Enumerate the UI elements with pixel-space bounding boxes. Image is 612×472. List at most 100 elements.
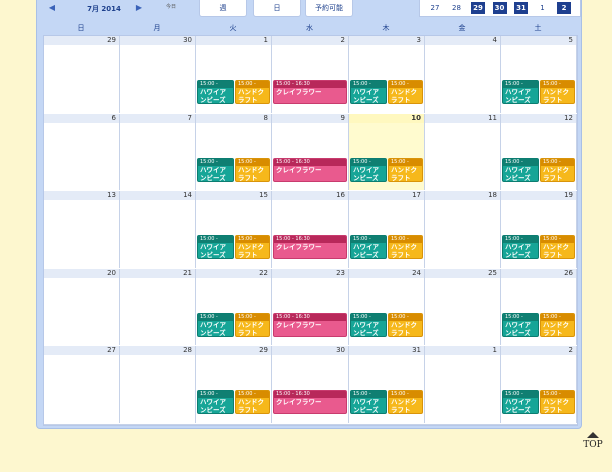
day-number[interactable]: 8 (196, 114, 272, 123)
mini-day[interactable]: 30 (492, 2, 507, 14)
day-number[interactable]: 7 (120, 114, 196, 123)
event-clay-flower[interactable]: 15:00 - 16:30 クレイフラワー (273, 80, 347, 104)
day-number[interactable]: 13 (44, 191, 120, 200)
week-row: 13 14 15 16 17 18 19 15:00 - ハワイアンビーズ 15:00 - ハンドク… (44, 191, 577, 270)
event-handcraft[interactable]: 15:00 - ハンドクラフト (388, 158, 423, 182)
day-number[interactable]: 5 (501, 36, 577, 45)
day-number[interactable]: 12 (501, 114, 577, 123)
event-hawaiian-beads[interactable]: 15:00 - ハワイアンビーズ (350, 390, 387, 414)
mini-day[interactable]: 27 (428, 2, 442, 14)
day-number[interactable]: 29 (196, 346, 272, 355)
event-handcraft[interactable]: 15:00 - ハンドクラフト (388, 235, 423, 259)
day-cell[interactable] (44, 45, 120, 113)
event-handcraft[interactable]: 15:00 - ハンドクラフト (540, 158, 575, 182)
back-to-top-link[interactable]: TOP (581, 432, 605, 458)
day-number[interactable]: 6 (44, 114, 120, 123)
day-number[interactable]: 30 (120, 36, 196, 45)
event-hawaiian-beads[interactable]: 15:00 - ハワイアンビーズ (197, 80, 234, 104)
event-handcraft[interactable]: 15:00 - ハンドクラフト (235, 390, 270, 414)
day-number[interactable]: 2 (272, 36, 349, 45)
day-cell[interactable] (44, 200, 120, 268)
event-handcraft[interactable]: 15:00 - ハンドクラフト (235, 158, 270, 182)
day-cell[interactable] (120, 45, 196, 113)
event-hawaiian-beads[interactable]: 15:00 - ハワイアンビーズ (197, 235, 234, 259)
day-number[interactable]: 4 (425, 36, 501, 45)
day-number[interactable]: 28 (120, 346, 196, 355)
day-number[interactable]: 18 (425, 191, 501, 200)
event-hawaiian-beads[interactable]: 15:00 - ハワイアンビーズ (350, 158, 387, 182)
event-clay-flower[interactable]: 15:00 - 16:30 クレイフラワー (273, 390, 347, 414)
day-number[interactable]: 30 (272, 346, 349, 355)
day-number[interactable]: 22 (196, 269, 272, 278)
prev-month-button[interactable]: ◀ (47, 3, 57, 13)
event-clay-flower[interactable]: 15:00 - 16:30 クレイフラワー (273, 235, 347, 259)
day-number[interactable]: 20 (44, 269, 120, 278)
event-handcraft[interactable]: 15:00 - ハンドクラフト (235, 235, 270, 259)
event-hawaiian-beads[interactable]: 15:00 - ハワイアンビーズ (502, 390, 539, 414)
day-cell[interactable] (120, 200, 196, 268)
event-hawaiian-beads[interactable]: 15:00 - ハワイアンビーズ (502, 158, 539, 182)
day-number[interactable]: 19 (501, 191, 577, 200)
day-number[interactable]: 21 (120, 269, 196, 278)
event-handcraft[interactable]: 15:00 - ハンドクラフト (540, 80, 575, 104)
event-handcraft[interactable]: 15:00 - ハンドクラフト (388, 313, 423, 337)
view-day-button[interactable]: 日 (253, 0, 301, 17)
day-number[interactable]: 3 (349, 36, 425, 45)
mini-day[interactable]: 2 (557, 2, 571, 14)
day-number[interactable]: 1 (425, 346, 501, 355)
day-cell[interactable] (44, 355, 120, 423)
event-hawaiian-beads[interactable]: 15:00 - ハワイアンビーズ (197, 390, 234, 414)
event-hawaiian-beads[interactable]: 15:00 - ハワイアンビーズ (350, 80, 387, 104)
mini-day[interactable]: 28 (450, 2, 464, 14)
event-hawaiian-beads[interactable]: 15:00 - ハワイアンビーズ (197, 158, 234, 182)
day-number[interactable]: 14 (120, 191, 196, 200)
day-cell[interactable] (425, 200, 501, 268)
day-number[interactable]: 11 (425, 114, 501, 123)
view-week-button[interactable]: 週 (199, 0, 247, 17)
event-hawaiian-beads[interactable]: 15:00 - ハワイアンビーズ (197, 313, 234, 337)
event-handcraft[interactable]: 15:00 - ハンドクラフト (540, 313, 575, 337)
mini-day[interactable]: 29 (471, 2, 485, 14)
event-handcraft[interactable]: 15:00 - ハンドクラフト (388, 390, 423, 414)
mini-day[interactable]: 31 (514, 2, 528, 14)
day-cell[interactable] (44, 278, 120, 345)
event-hawaiian-beads[interactable]: 15:00 - ハワイアンビーズ (350, 313, 387, 337)
day-cell[interactable] (425, 278, 501, 345)
event-handcraft[interactable]: 15:00 - ハンドクラフト (235, 80, 270, 104)
day-cell[interactable] (120, 123, 196, 190)
day-number[interactable]: 17 (349, 191, 425, 200)
event-handcraft[interactable]: 15:00 - ハンドクラフト (540, 235, 575, 259)
day-number[interactable]: 10 (349, 114, 425, 123)
mini-day[interactable]: 1 (536, 2, 550, 14)
event-handcraft[interactable]: 15:00 - ハンドクラフト (540, 390, 575, 414)
event-hawaiian-beads[interactable]: 15:00 - ハワイアンビーズ (502, 80, 539, 104)
day-number[interactable]: 9 (272, 114, 349, 123)
event-hawaiian-beads[interactable]: 15:00 - ハワイアンビーズ (502, 235, 539, 259)
day-cell[interactable] (44, 123, 120, 190)
next-month-button[interactable]: ▶ (134, 3, 144, 13)
event-hawaiian-beads[interactable]: 15:00 - ハワイアンビーズ (350, 235, 387, 259)
day-number[interactable]: 29 (44, 36, 120, 45)
day-number[interactable]: 1 (196, 36, 272, 45)
view-available-button[interactable]: 予約可能 (305, 0, 353, 17)
day-number[interactable]: 2 (501, 346, 577, 355)
event-clay-flower[interactable]: 15:00 - 16:30 クレイフラワー (273, 313, 347, 337)
day-number[interactable]: 24 (349, 269, 425, 278)
day-cell[interactable] (425, 355, 501, 423)
day-cell[interactable] (425, 123, 501, 190)
day-cell[interactable] (425, 45, 501, 113)
event-handcraft[interactable]: 15:00 - ハンドクラフト (388, 80, 423, 104)
day-number[interactable]: 31 (349, 346, 425, 355)
day-number[interactable]: 16 (272, 191, 349, 200)
event-clay-flower[interactable]: 15:00 - 16:30 クレイフラワー (273, 158, 347, 182)
day-number[interactable]: 25 (425, 269, 501, 278)
day-number[interactable]: 23 (272, 269, 349, 278)
day-number[interactable]: 15 (196, 191, 272, 200)
event-hawaiian-beads[interactable]: 15:00 - ハワイアンビーズ (502, 313, 539, 337)
day-cell[interactable] (120, 355, 196, 423)
today-button[interactable]: 今日 (161, 2, 181, 12)
day-number[interactable]: 26 (501, 269, 577, 278)
event-handcraft[interactable]: 15:00 - ハンドクラフト (235, 313, 270, 337)
day-number[interactable]: 27 (44, 346, 120, 355)
day-cell[interactable] (120, 278, 196, 345)
